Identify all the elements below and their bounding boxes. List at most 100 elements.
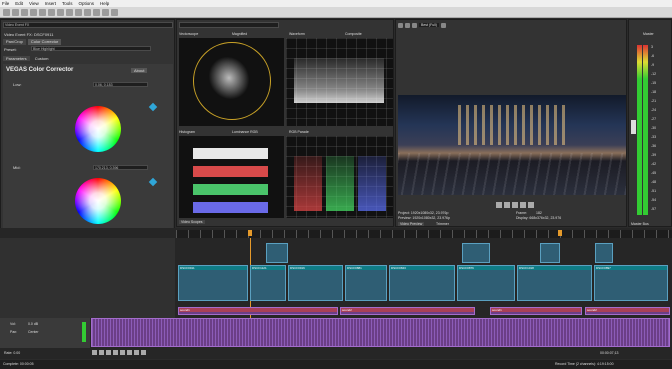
overlays-icon[interactable]: [412, 22, 417, 28]
go-to-start-icon[interactable]: [134, 350, 139, 355]
frame-label: Frame:: [516, 211, 528, 215]
menu-insert[interactable]: Insert: [45, 1, 56, 6]
luminance-dropdown[interactable]: Luminance RGB: [232, 130, 258, 134]
project-info: Project: 1920x1080x32, 23.976p: [398, 211, 449, 215]
menu-view[interactable]: View: [29, 1, 39, 6]
pause-icon[interactable]: [120, 350, 125, 355]
low-color-wheel[interactable]: [75, 106, 121, 152]
video-clip[interactable]: [266, 243, 288, 263]
pause-icon[interactable]: [504, 202, 510, 208]
track-meter: [82, 322, 86, 342]
select-tool-icon[interactable]: [93, 8, 100, 16]
video-clip[interactable]: [595, 243, 613, 263]
tab-pan-crop[interactable]: Pan/Crop: [3, 39, 26, 45]
trimmer-tab[interactable]: Trimmer: [436, 222, 449, 226]
mid-label: Mid:: [13, 165, 21, 170]
video-preview-tab[interactable]: Video Preview: [398, 222, 425, 226]
help-icon[interactable]: [111, 8, 118, 16]
video-clip[interactable]: [540, 243, 560, 263]
video-clip[interactable]: [462, 243, 490, 263]
menu-edit[interactable]: Edit: [15, 1, 23, 6]
redo-icon[interactable]: [84, 8, 91, 16]
video-preview-panel: Best (Full) Project: 1920x1080x32, 23.97…: [395, 19, 627, 227]
vol-value[interactable]: 0.0 dB: [28, 322, 38, 326]
master-bus-panel: Master 3 -6 -9 -12 -15 -18 -21 -24 -27 -…: [628, 19, 672, 227]
audio-waveform-track[interactable]: [91, 318, 670, 347]
scopes-toolbar-field[interactable]: [179, 22, 279, 28]
next-frame-icon[interactable]: [528, 202, 534, 208]
play-icon[interactable]: [496, 202, 502, 208]
record-icon[interactable]: [92, 350, 97, 355]
tab-custom[interactable]: Custom: [32, 56, 52, 61]
mid-value[interactable]: 170.213, 0.396: [93, 165, 148, 170]
low-value[interactable]: 0.06, 0.183: [93, 82, 148, 87]
meter-tick: -48: [651, 180, 657, 184]
stop-icon[interactable]: [127, 350, 132, 355]
new-icon[interactable]: [3, 8, 10, 16]
pan-value[interactable]: Center: [28, 330, 39, 334]
preview-transport: [496, 202, 536, 208]
mid-color-wheel[interactable]: [75, 178, 121, 224]
cut-icon[interactable]: [48, 8, 55, 16]
undo-icon[interactable]: [75, 8, 82, 16]
preview-quality-dropdown[interactable]: Best (Full): [419, 23, 439, 27]
audio-clip-sound1[interactable]: sound1: [178, 307, 338, 315]
render-icon[interactable]: [30, 8, 37, 16]
video-clip-dscf0916[interactable]: DSCF0916: [288, 265, 343, 301]
video-scopes-tab[interactable]: Video Scopes: [179, 220, 205, 224]
preset-dropdown[interactable]: Blue Highlight: [31, 46, 151, 51]
master-fader[interactable]: [631, 120, 636, 134]
tab-parameters[interactable]: Parameters: [3, 56, 30, 61]
composite-dropdown[interactable]: Composite: [345, 32, 362, 36]
about-button[interactable]: About: [131, 68, 148, 73]
rgb-parade-display: [286, 136, 393, 218]
video-clip-dscf0881[interactable]: DSCF0881: [345, 265, 387, 301]
prev-frame-icon[interactable]: [520, 202, 526, 208]
meter-tick: -12: [651, 72, 657, 76]
preview-toolbar: Best (Full): [398, 22, 446, 28]
video-clip-dscf0897[interactable]: DSCF0897: [594, 265, 668, 301]
fx-chain-label: Video Event FX: DSCF0911: [4, 32, 54, 37]
split-screen-icon[interactable]: [405, 22, 410, 28]
video-clip-dscf1018[interactable]: DSCF1018: [517, 265, 592, 301]
snapshot-icon[interactable]: [440, 22, 446, 28]
save-icon[interactable]: [21, 8, 28, 16]
meter-tick: -24: [651, 108, 657, 112]
clip-title: sound2: [586, 308, 669, 312]
marker-flag[interactable]: [248, 230, 252, 236]
menu-tools[interactable]: Tools: [62, 1, 73, 6]
loop-icon[interactable]: [99, 350, 104, 355]
play-from-start-icon[interactable]: [106, 350, 111, 355]
audio-clip-sound2[interactable]: sound2: [585, 307, 670, 315]
meter-tick: -18: [651, 90, 657, 94]
menu-file[interactable]: File: [2, 1, 9, 6]
video-clip-dscf0911[interactable]: DSCF0911: [178, 265, 248, 301]
menu-options[interactable]: Options: [79, 1, 95, 6]
envelope-tool-icon[interactable]: [102, 8, 109, 16]
master-bus-tab[interactable]: Master Bus: [631, 222, 649, 226]
tab-color-corrector[interactable]: Color Corrector: [27, 39, 62, 45]
preview-info: Preview: 1920x1080x32, 23.976p: [398, 216, 450, 220]
magnified-dropdown[interactable]: Magnified: [232, 32, 247, 36]
mid-eyedropper-icon[interactable]: [148, 177, 158, 187]
marker-flag[interactable]: [558, 230, 562, 236]
go-to-end-icon[interactable]: [141, 350, 146, 355]
audio-clip-sound1[interactable]: sound1: [490, 307, 582, 315]
audio-clip-sound2[interactable]: sound2: [340, 307, 475, 315]
video-clip-dscf0843[interactable]: DSCF0843: [389, 265, 455, 301]
video-clip-dscf0876[interactable]: DSCF0876: [457, 265, 515, 301]
video-clip-dscf1121[interactable]: DSCF1121: [250, 265, 286, 301]
open-icon[interactable]: [12, 8, 19, 16]
clip-title: DSCF0843: [390, 266, 454, 270]
preset-label: Preset:: [4, 47, 17, 52]
copy-icon[interactable]: [57, 8, 64, 16]
properties-icon[interactable]: [39, 8, 46, 16]
preview-settings-icon[interactable]: [398, 22, 403, 28]
paste-icon[interactable]: [66, 8, 73, 16]
fx-search-field[interactable]: Video Event FX: [3, 22, 173, 28]
menu-help[interactable]: Help: [100, 1, 109, 6]
stop-icon[interactable]: [512, 202, 518, 208]
meter-tick: -51: [651, 189, 657, 193]
low-eyedropper-icon[interactable]: [148, 102, 158, 112]
play-icon[interactable]: [113, 350, 118, 355]
